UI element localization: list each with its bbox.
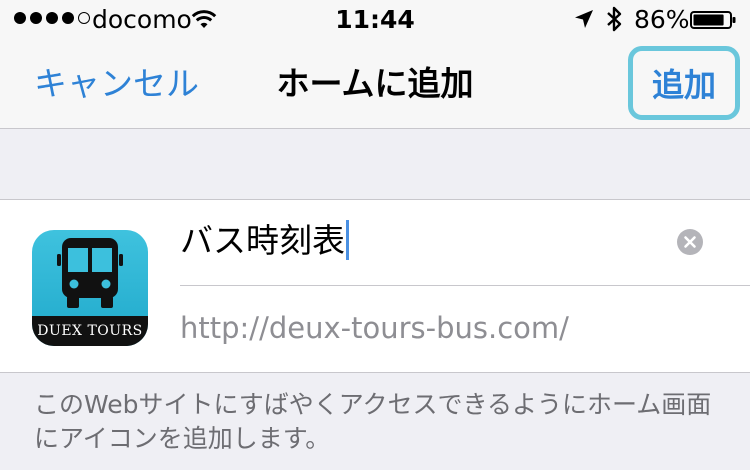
add-to-home-form: DUEX TOURS バス時刻表 http://deux-tours-bus.c…: [0, 199, 750, 373]
field-divider: [180, 285, 750, 286]
text-caret: [346, 220, 349, 260]
clear-circle-icon[interactable]: [677, 229, 703, 255]
title-input-value: バス時刻表: [180, 221, 345, 260]
add-button[interactable]: 追加: [628, 46, 740, 120]
battery-percent: 86%: [634, 5, 690, 34]
location-arrow-icon: [575, 10, 593, 28]
bus-icon: [57, 238, 123, 308]
bluetooth-icon: [607, 6, 622, 32]
status-bar: docomo 11:44 86%: [0, 0, 750, 40]
title-input[interactable]: バス時刻表: [180, 216, 710, 266]
battery-icon: [690, 11, 736, 29]
web-clip-icon-label: DUEX TOURS: [32, 316, 148, 346]
footer-note: このWebサイトにすばやくアクセスできるようにホーム画面にアイコンを追加します。: [34, 390, 712, 453]
navigation-bar: キャンセル ホームに追加 追加: [0, 40, 750, 129]
url-text: http://deux-tours-bus.com/: [180, 311, 569, 345]
web-clip-icon: DUEX TOURS: [32, 230, 148, 346]
